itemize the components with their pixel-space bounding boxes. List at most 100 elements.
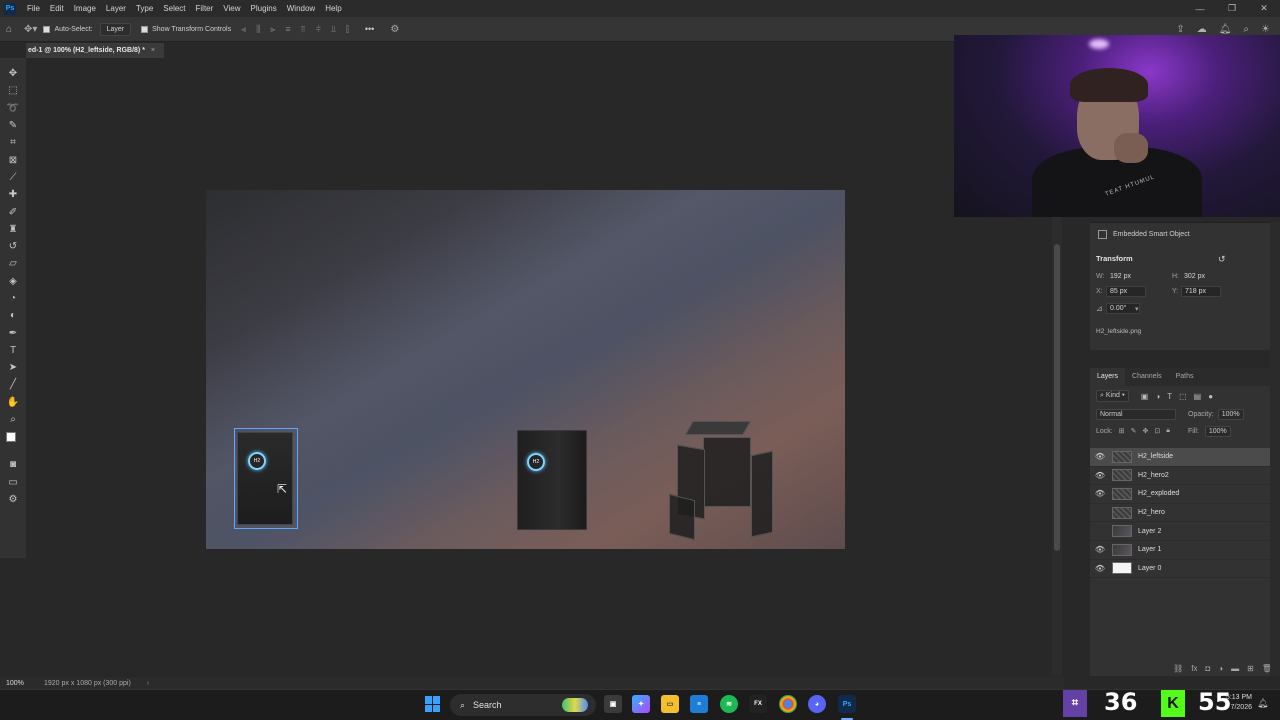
quick-mask-icon[interactable]: ◙ bbox=[4, 456, 22, 473]
new-layer-icon[interactable]: ⊞ bbox=[1247, 664, 1254, 673]
clone-stamp-tool-icon[interactable]: ♜ bbox=[4, 221, 22, 238]
tab-channels[interactable]: Channels bbox=[1125, 368, 1169, 386]
filter-pixel-icon[interactable]: ▣ bbox=[1141, 392, 1149, 401]
pen-tool-icon[interactable]: ✒ bbox=[4, 324, 22, 341]
hand-tool-icon[interactable]: ✋ bbox=[4, 394, 22, 411]
share-icon[interactable]: ⇪ bbox=[1176, 24, 1184, 35]
menu-file[interactable]: File bbox=[22, 4, 45, 13]
layer-row[interactable]: 👁︎ Layer 0 bbox=[1090, 560, 1280, 579]
healing-brush-tool-icon[interactable]: ✚ bbox=[4, 186, 22, 203]
document-tab[interactable]: ed-1 @ 100% (H2_leftside, RGB/8) * × bbox=[26, 43, 164, 58]
layer-name[interactable]: Layer 2 bbox=[1138, 528, 1161, 535]
height-value[interactable]: 302 px bbox=[1184, 273, 1205, 280]
status-menu-arrow[interactable]: › bbox=[147, 680, 149, 687]
taskbar-search[interactable]: ⌕ Search bbox=[450, 694, 596, 716]
dodge-tool-icon[interactable]: ◐ bbox=[4, 307, 22, 324]
layer-row[interactable]: 👁︎ H2_hero2 bbox=[1090, 467, 1280, 486]
distribute-vcenter-icon[interactable]: ⫩ bbox=[316, 24, 321, 35]
layer-name[interactable]: H2_hero2 bbox=[1138, 472, 1169, 479]
restore-button[interactable]: ❐ bbox=[1216, 0, 1248, 17]
link-layers-icon[interactable]: ⛓ bbox=[1173, 664, 1183, 673]
lock-artboard-icon[interactable]: ⊡ bbox=[1154, 427, 1160, 435]
filter-adjustment-icon[interactable]: ◑ bbox=[1155, 392, 1160, 401]
x-position-input[interactable]: 85 px bbox=[1106, 286, 1146, 297]
file-explorer-icon[interactable]: ▭ bbox=[661, 695, 679, 713]
menu-help[interactable]: Help bbox=[320, 4, 346, 13]
filter-smart-object-icon[interactable]: ▤ bbox=[1194, 392, 1202, 401]
menu-filter[interactable]: Filter bbox=[191, 4, 219, 13]
eyedropper-tool-icon[interactable]: ⟋ bbox=[4, 169, 22, 186]
screen-mode-icon[interactable]: ▭ bbox=[4, 474, 22, 491]
more-options-button[interactable]: ••• bbox=[365, 24, 374, 34]
move-tool-preset-icon[interactable]: ✥▾ bbox=[24, 24, 37, 35]
notification-center-icon[interactable]: 🔔︎ bbox=[1257, 698, 1268, 709]
hudfx-icon[interactable]: FX bbox=[749, 695, 767, 713]
spotify-icon[interactable]: ≋ bbox=[720, 695, 738, 713]
cloud-icon[interactable]: ☁ bbox=[1197, 24, 1207, 35]
h2-exploded-case-image[interactable] bbox=[669, 413, 777, 541]
menu-window[interactable]: Window bbox=[282, 4, 320, 13]
adjustment-layer-icon[interactable]: ◑ bbox=[1218, 664, 1223, 673]
generative-icon[interactable]: ⚙ bbox=[4, 491, 22, 508]
distribute-top-icon[interactable]: ⫪ bbox=[301, 24, 306, 35]
menu-plugins[interactable]: Plugins bbox=[246, 4, 282, 13]
layer-row[interactable]: Layer 2 bbox=[1090, 522, 1280, 541]
menu-type[interactable]: Type bbox=[131, 4, 158, 13]
align-right-icon[interactable]: ⫸ bbox=[270, 24, 275, 35]
layer-row[interactable]: 👁︎ Layer 1 bbox=[1090, 541, 1280, 560]
layer-row[interactable]: 👁︎ H2_exploded bbox=[1090, 485, 1280, 504]
auto-select-target-dropdown[interactable]: Layer bbox=[99, 22, 132, 36]
width-value[interactable]: 192 px bbox=[1110, 273, 1131, 280]
opacity-input[interactable]: 100% bbox=[1217, 408, 1244, 420]
lock-image-icon[interactable]: ✎ bbox=[1131, 427, 1137, 435]
crop-tool-icon[interactable]: ⌗ bbox=[4, 134, 22, 151]
eraser-tool-icon[interactable]: ▱ bbox=[4, 255, 22, 272]
workspace-icon[interactable]: ☀ bbox=[1261, 24, 1270, 35]
frame-tool-icon[interactable]: ⊠ bbox=[4, 151, 22, 168]
filter-type-icon[interactable]: T bbox=[1167, 392, 1172, 401]
path-selection-tool-icon[interactable]: ➤ bbox=[4, 359, 22, 376]
menu-image[interactable]: Image bbox=[69, 4, 101, 13]
blur-tool-icon[interactable]: ◔ bbox=[4, 290, 22, 307]
new-group-icon[interactable]: ▬ bbox=[1231, 664, 1239, 673]
menu-edit[interactable]: Edit bbox=[45, 4, 69, 13]
document-tab-close-button[interactable]: × bbox=[151, 47, 155, 54]
angle-dropdown-chevron-icon[interactable]: ▾ bbox=[1135, 305, 1139, 313]
lasso-tool-icon[interactable]: ➰ bbox=[4, 100, 22, 117]
settings-gear-icon[interactable]: ⚙ bbox=[390, 24, 399, 35]
align-middle-icon[interactable]: ≡ bbox=[285, 24, 290, 35]
visibility-eye-icon[interactable]: 👁︎ bbox=[1090, 471, 1110, 480]
y-position-input[interactable]: 718 px bbox=[1181, 286, 1221, 297]
auto-select-checkbox[interactable] bbox=[43, 25, 51, 33]
h2-hero2-case-image[interactable]: H2 bbox=[517, 430, 587, 530]
filter-kind-dropdown[interactable]: ⌕ Kind ▾ bbox=[1096, 390, 1129, 402]
transform-reset-icon[interactable]: ↺ bbox=[1218, 254, 1226, 265]
layer-name[interactable]: H2_hero bbox=[1138, 509, 1165, 516]
blend-mode-dropdown[interactable]: Normal bbox=[1096, 408, 1176, 420]
distribute-bottom-icon[interactable]: ⫫ bbox=[331, 24, 336, 35]
brush-tool-icon[interactable]: ✐ bbox=[4, 203, 22, 220]
right-panels-scrollbar[interactable] bbox=[1270, 222, 1280, 676]
discord-icon[interactable]: ◕ bbox=[808, 695, 826, 713]
layer-name[interactable]: Layer 0 bbox=[1138, 565, 1161, 572]
lock-position-icon[interactable]: ✥ bbox=[1142, 427, 1148, 435]
visibility-eye-icon[interactable]: 👁︎ bbox=[1090, 489, 1110, 498]
zoom-tool-icon[interactable]: ⌕ bbox=[4, 411, 22, 428]
align-left-icon[interactable]: ⫷ bbox=[241, 24, 246, 35]
close-window-button[interactable]: ✕ bbox=[1248, 0, 1280, 17]
visibility-eye-icon[interactable]: 👁︎ bbox=[1090, 545, 1110, 554]
filter-toggle-icon[interactable]: ● bbox=[1208, 392, 1213, 401]
align-center-icon[interactable]: ⫼ bbox=[256, 24, 260, 35]
layer-name[interactable]: H2_exploded bbox=[1138, 490, 1179, 497]
lock-transparent-icon[interactable]: ⊞ bbox=[1119, 427, 1125, 435]
home-icon[interactable]: ⌂ bbox=[6, 24, 12, 35]
windows-start-icon[interactable] bbox=[425, 696, 441, 712]
task-view-icon[interactable]: ▣ bbox=[604, 695, 622, 713]
color-swatches[interactable] bbox=[4, 432, 22, 452]
show-transform-checkbox[interactable] bbox=[141, 25, 149, 33]
tab-layers[interactable]: Layers bbox=[1090, 368, 1126, 386]
menu-select[interactable]: Select bbox=[158, 4, 190, 13]
filter-shape-icon[interactable]: ⬚ bbox=[1179, 392, 1187, 401]
search-icon[interactable]: ⌕ bbox=[1243, 24, 1249, 35]
system-clock[interactable]: 5:13 PM 7/2026 bbox=[1218, 693, 1252, 713]
